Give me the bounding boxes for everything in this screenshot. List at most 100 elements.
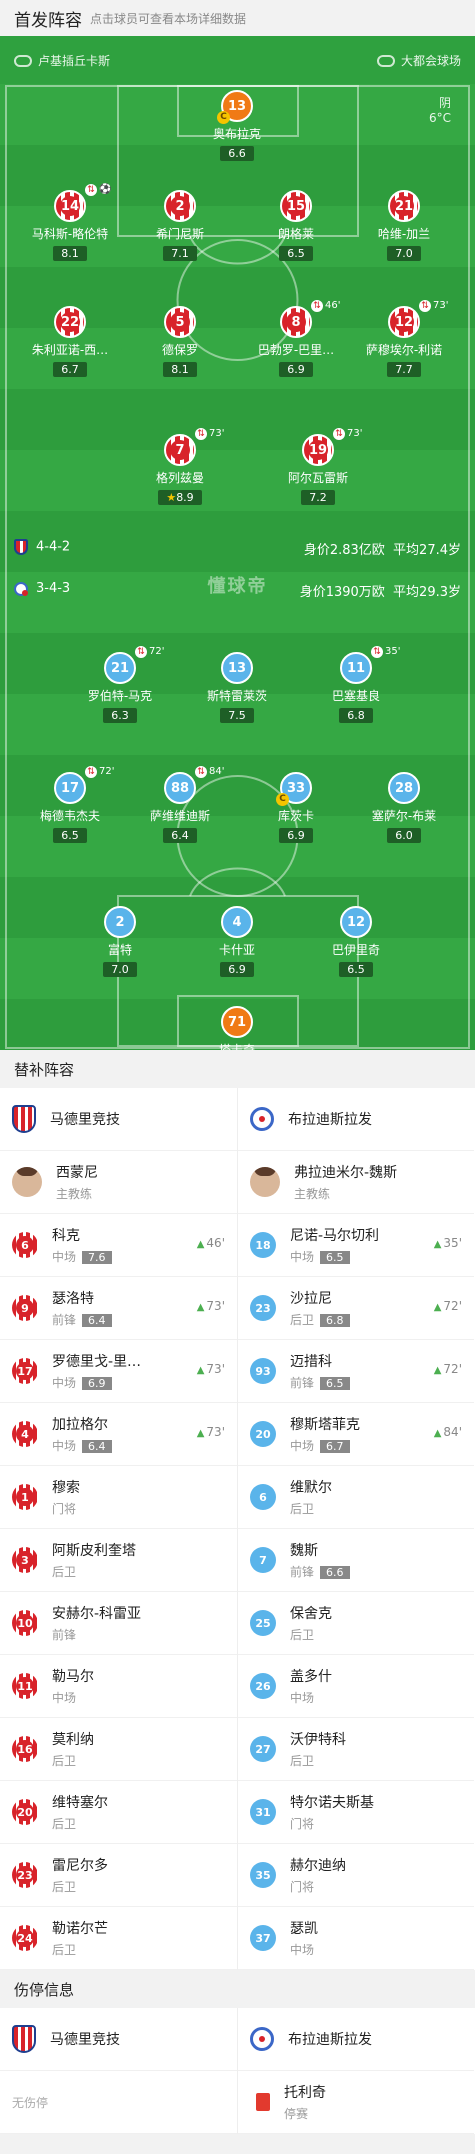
home-player[interactable]: 7 ⇅ 73' 格列兹曼 ★8.9 <box>125 428 235 505</box>
sub-player-row[interactable]: 20 穆斯塔菲克 中场 6.7 ▲ 84' <box>238 1403 474 1466</box>
home-player[interactable]: 8 ⇅ 46' 巴勃罗-巴里… 6.9 <box>241 300 351 377</box>
sub-time: ▲ 73' <box>196 1299 225 1313</box>
home-player[interactable]: 13 C 奥布拉克 6.6 <box>182 90 292 161</box>
home-team-row[interactable]: 马德里竞技 <box>0 2008 237 2071</box>
sub-name: 魏斯 <box>290 1543 318 1559</box>
sub-time: ▲ 73' <box>196 1362 225 1376</box>
player-name: 奥布拉克 <box>212 127 261 141</box>
sub-player-row[interactable]: 23 沙拉尼 后卫 6.8 ▲ 72' <box>238 1277 474 1340</box>
home-player[interactable]: 21 哈维-加兰 7.0 <box>349 190 459 261</box>
sub-player-row[interactable]: 3 阿斯皮利奎塔 后卫 <box>0 1529 237 1592</box>
whistle-icon <box>14 55 32 67</box>
sub-player-row[interactable]: 93 迈措科 前锋 6.5 ▲ 72' <box>238 1340 474 1403</box>
sub-in-icon: ▲ <box>433 1365 442 1376</box>
sub-player-row[interactable]: 20 维特塞尔 后卫 <box>0 1781 237 1844</box>
player-name: 朱利亚诺-西… <box>31 343 109 357</box>
away-injury-row[interactable]: 托利奇 停赛 <box>238 2071 474 2134</box>
player-jersey: 71 <box>221 1006 253 1038</box>
home-team-row[interactable]: 马德里竞技 <box>0 1088 237 1151</box>
home-player[interactable]: 5 德保罗 8.1 <box>125 306 235 377</box>
sub-player-row[interactable]: 1 穆索 门将 <box>0 1466 237 1529</box>
player-name: 朗格莱 <box>277 227 314 241</box>
star-icon: ★ <box>166 491 177 504</box>
jersey-badge: 4 <box>12 1421 38 1447</box>
event-badge: ⇅ 35' <box>371 646 400 658</box>
away-player[interactable]: 28 塞萨尔-布莱 6.0 <box>349 772 459 843</box>
player-jersey: 33 C <box>276 772 312 806</box>
sub-name: 阿斯皮利奎塔 <box>52 1543 136 1559</box>
sub-player-row[interactable]: 23 雷尼尔多 后卫 <box>0 1844 237 1907</box>
sub-name: 沙拉尼 <box>290 1291 332 1307</box>
sub-name: 盖多什 <box>290 1669 332 1685</box>
away-player[interactable]: 33 C 库茨卡 6.9 <box>241 772 351 843</box>
away-player[interactable]: 71塔卡奇6.0 <box>182 1006 292 1050</box>
sub-player-row[interactable]: 24 勒诺尔芒 后卫 <box>0 1907 237 1970</box>
player-rating: 6.6 <box>220 146 254 161</box>
sub-name: 维默尔 <box>290 1480 332 1496</box>
away-player[interactable]: 17 ⇅ 72' 梅德韦杰夫 6.5 <box>15 766 125 843</box>
pitch: 阴 6°C 懂球帝 4-4-2 身价2.83亿欧 平均27.4岁 3-4-3 身价… <box>0 84 475 1050</box>
sub-time: ▲ 72' <box>433 1362 462 1376</box>
away-team-row[interactable]: 布拉迪斯拉发 <box>238 2008 474 2071</box>
player-jersey: 7 <box>164 434 196 466</box>
jersey-badge: 10 <box>12 1610 38 1636</box>
lineup-page: 首发阵容 点击球员可查看本场详细数据 卢基插丘卡斯 大都会球场 阴 6°C 懂球帝… <box>0 0 475 2154</box>
away-player[interactable]: 13 斯特雷莱茨 7.5 <box>182 652 292 723</box>
sub-rating: 6.5 <box>320 1377 350 1390</box>
home-player[interactable]: 22 朱利亚诺-西… 6.7 <box>15 306 125 377</box>
jersey-badge: 27 <box>250 1736 276 1762</box>
away-player[interactable]: 2 富特 7.0 <box>65 906 175 977</box>
player-name: 库茨卡 <box>277 809 314 823</box>
player-jersey: 4 <box>221 906 253 938</box>
sub-player-row[interactable]: 31 特尔诺夫斯基 门将 <box>238 1781 474 1844</box>
sub-player-row[interactable]: 4 加拉格尔 中场 6.4 ▲ 73' <box>0 1403 237 1466</box>
home-crest-icon <box>12 1105 36 1133</box>
away-team-info: 3-4-3 身价1390万欧 平均29.3岁 <box>14 581 461 600</box>
event-badge: ⇅ 73' <box>195 428 224 440</box>
sub-player-row[interactable]: 16 莫利纳 后卫 <box>0 1718 237 1781</box>
jersey-badge: 35 <box>250 1862 276 1888</box>
sub-player-row[interactable]: 7 魏斯 前锋 6.6 <box>238 1529 474 1592</box>
sub-player-row[interactable]: 27 沃伊特科 后卫 <box>238 1718 474 1781</box>
home-player[interactable]: 15 朗格莱 6.5 <box>241 190 351 261</box>
away-player[interactable]: 21 ⇅ 72' 罗伯特-马克 6.3 <box>65 646 175 723</box>
away-coach-row[interactable]: 弗拉迪米尔-魏斯 主教练 <box>238 1151 474 1214</box>
substitution-icon: ⇅ <box>311 300 323 312</box>
sub-player-row[interactable]: 9 瑟洛特 前锋 6.4 ▲ 73' <box>0 1277 237 1340</box>
sub-position: 后卫 <box>290 1754 315 1768</box>
player-rating: 6.3 <box>103 708 137 723</box>
player-name: 卡什亚 <box>218 943 255 957</box>
away-player[interactable]: 12 巴伊里奇 6.5 <box>301 906 411 977</box>
home-player[interactable]: 2 希门尼斯 7.1 <box>125 190 235 261</box>
sub-player-row[interactable]: 6 科克 中场 7.6 ▲ 46' <box>0 1214 237 1277</box>
player-name: 马科斯-略伦特 <box>31 227 109 241</box>
jersey-badge: 23 <box>12 1862 38 1888</box>
home-coach-row[interactable]: 西蒙尼 主教练 <box>0 1151 237 1214</box>
sub-player-row[interactable]: 25 保舍克 后卫 <box>238 1592 474 1655</box>
player-name: 富特 <box>107 943 132 957</box>
sub-player-row[interactable]: 18 尼诺-马尔切利 中场 6.5 ▲ 35' <box>238 1214 474 1277</box>
jersey-badge: 1 <box>12 1484 38 1510</box>
sub-position: 前锋 <box>52 1313 77 1327</box>
home-player[interactable]: 12 ⇅ 73' 萨穆埃尔-利诺 7.7 <box>349 300 459 377</box>
player-name: 格列兹曼 <box>155 471 204 485</box>
sub-name: 特尔诺夫斯基 <box>290 1795 374 1811</box>
sub-player-row[interactable]: 37 瑟凯 中场 <box>238 1907 474 1970</box>
sub-player-row[interactable]: 6 维默尔 后卫 <box>238 1466 474 1529</box>
sub-player-row[interactable]: 17 罗德里戈-里… 中场 6.9 ▲ 73' <box>0 1340 237 1403</box>
player-rating: 6.8 <box>339 708 373 723</box>
home-player[interactable]: 19 ⇅ 73' 阿尔瓦雷斯 7.2 <box>263 428 373 505</box>
home-player[interactable]: 14 ⇅ ⚽ 马科斯-略伦特 8.1 <box>15 184 125 261</box>
away-team-row[interactable]: 布拉迪斯拉发 <box>238 1088 474 1151</box>
away-player[interactable]: 4 卡什亚 6.9 <box>182 906 292 977</box>
player-jersey: 21 <box>388 190 420 222</box>
player-rating: 6.4 <box>163 828 197 843</box>
sub-player-row[interactable]: 10 安赫尔-科雷亚 前锋 <box>0 1592 237 1655</box>
player-rating: 7.7 <box>387 362 421 377</box>
away-player[interactable]: 11 ⇅ 35' 巴塞基良 6.8 <box>301 646 411 723</box>
away-player[interactable]: 88 ⇅ 84' 萨维维迪斯 6.4 <box>125 766 235 843</box>
sub-position: 门将 <box>290 1817 315 1831</box>
sub-player-row[interactable]: 35 赫尔迪纳 门将 <box>238 1844 474 1907</box>
sub-player-row[interactable]: 26 盖多什 中场 <box>238 1655 474 1718</box>
sub-player-row[interactable]: 11 勒马尔 中场 <box>0 1655 237 1718</box>
